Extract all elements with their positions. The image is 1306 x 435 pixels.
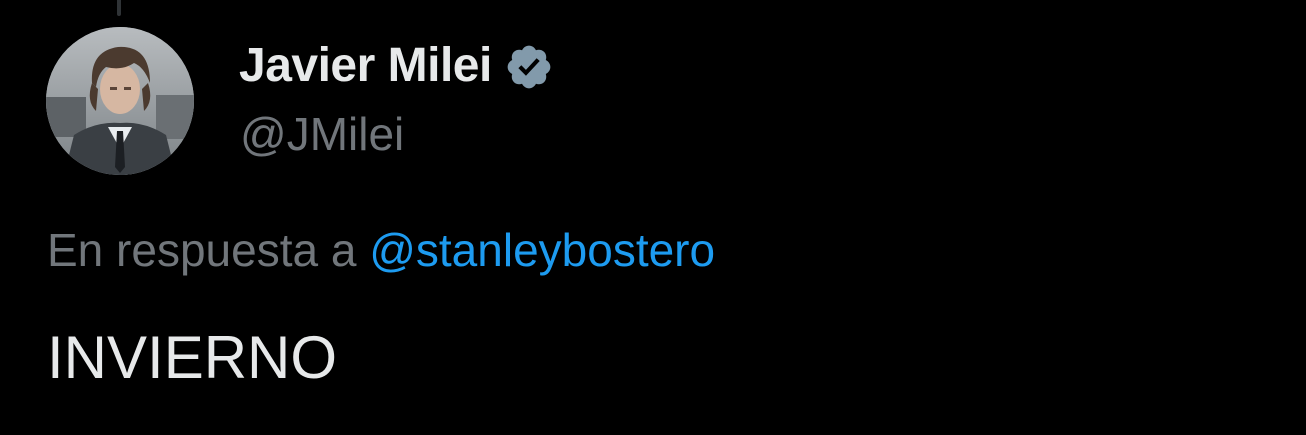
reply-mention-link[interactable]: @stanleybostero [369, 224, 715, 276]
avatar-photo [46, 27, 194, 175]
author-name-row: Javier Milei [239, 36, 554, 96]
verified-badge-icon[interactable] [504, 42, 554, 92]
tweet[interactable]: Javier Milei @JMilei En respuesta a @sta… [0, 0, 1306, 435]
author-handle[interactable]: @JMilei [240, 106, 404, 162]
reply-prefix: En respuesta a [47, 224, 357, 276]
display-name[interactable]: Javier Milei [239, 36, 492, 96]
thread-connector-line [117, 0, 121, 16]
reply-context: En respuesta a @stanleybostero [47, 222, 715, 278]
tweet-text: INVIERNO [47, 324, 338, 391]
avatar[interactable] [46, 27, 194, 175]
